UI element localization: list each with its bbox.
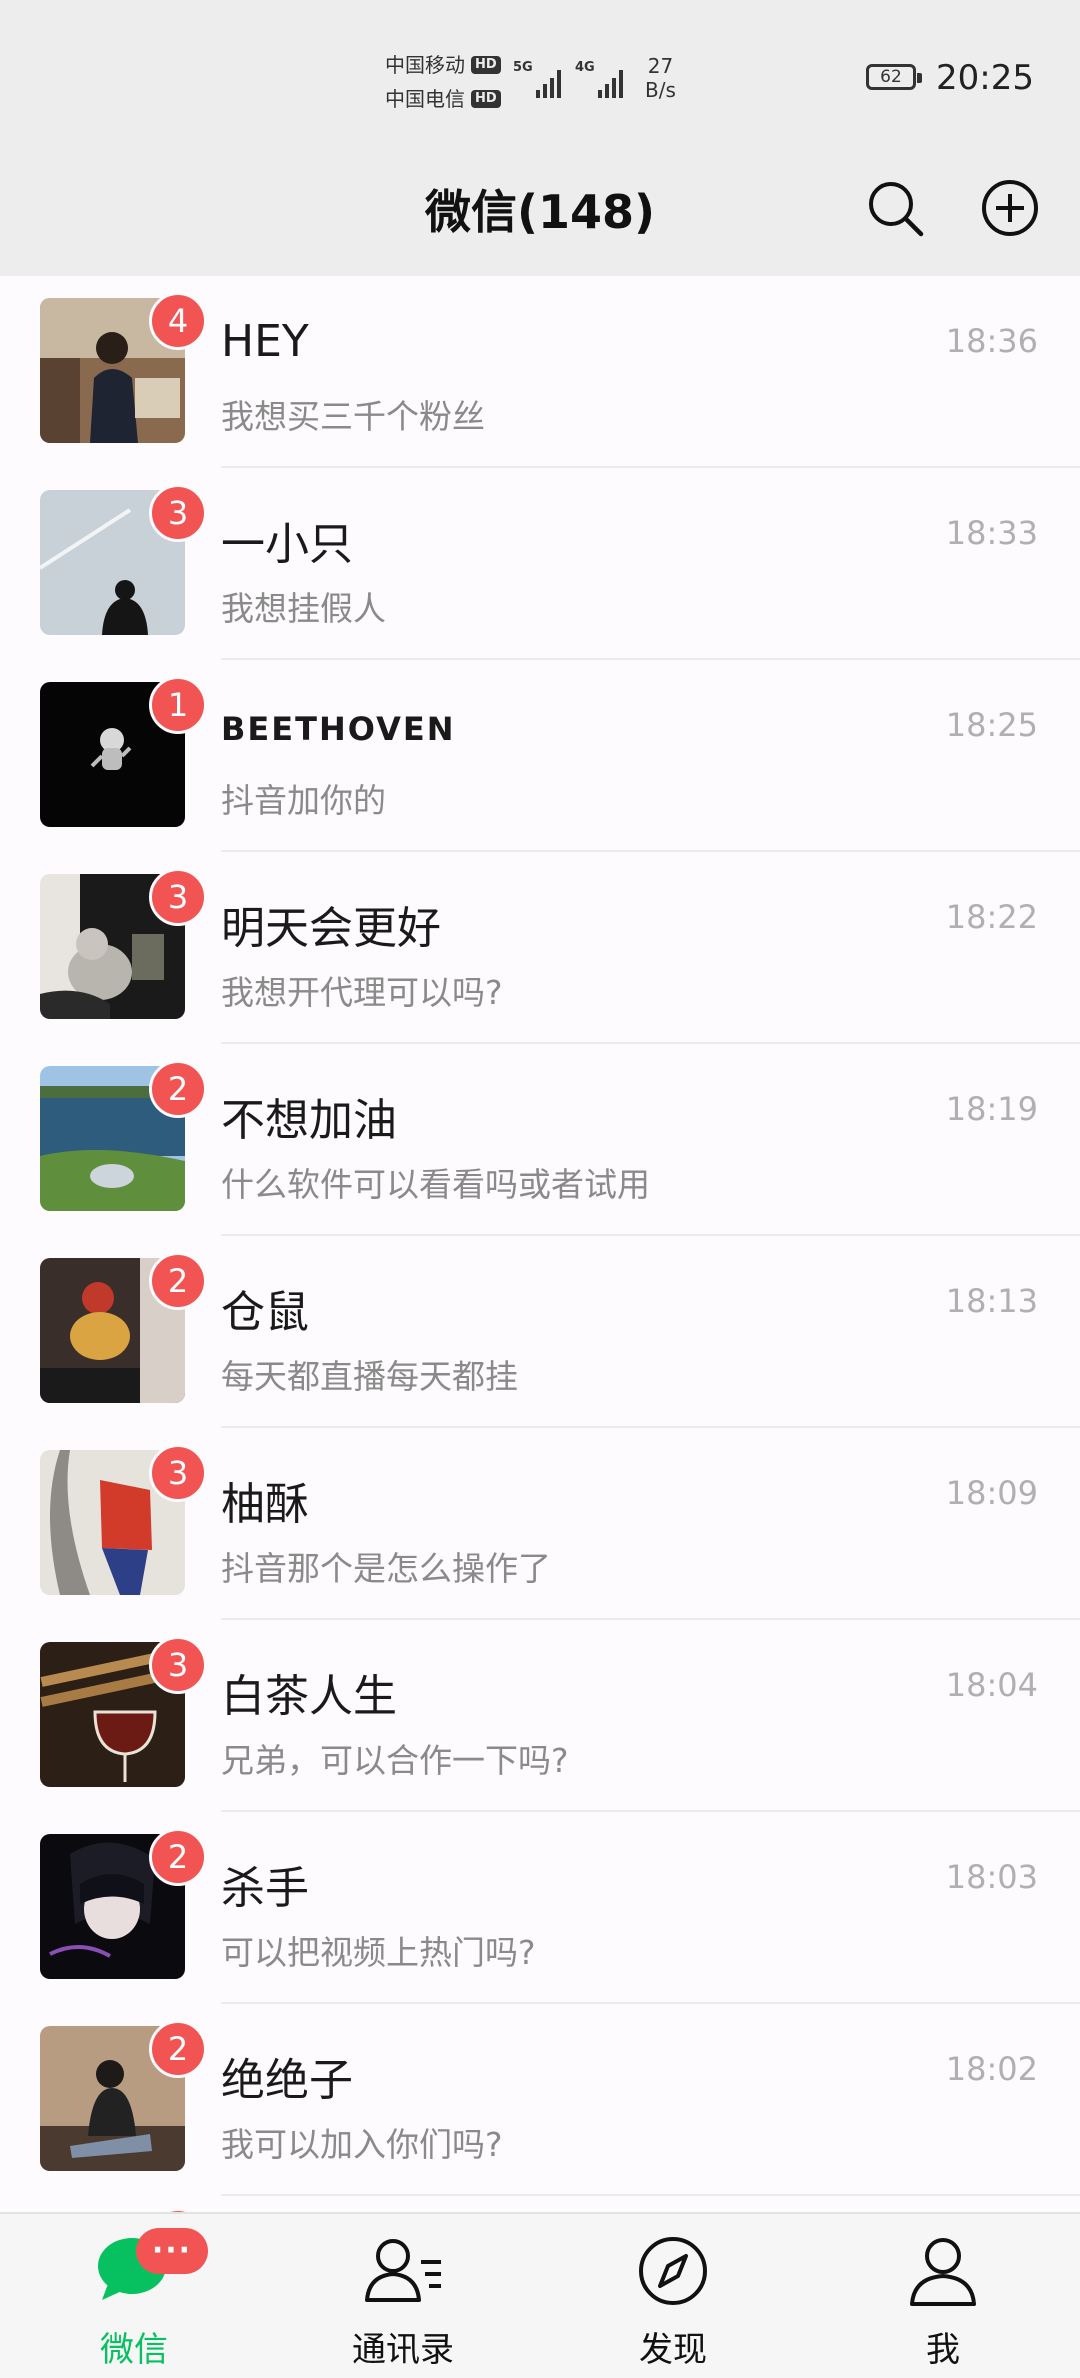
tab-discover[interactable]: 发现 xyxy=(573,2214,773,2378)
chat-preview: 我想买三千个粉丝 xyxy=(221,397,485,436)
chat-name: 柚酥 xyxy=(221,1479,309,1530)
tab-me[interactable]: 我 xyxy=(843,2214,1043,2378)
unread-badge: 2 xyxy=(149,1252,207,1310)
chat-time: 18:19 xyxy=(945,1090,1038,1128)
carrier-info: 中国移动 HD 中国电信 HD xyxy=(385,48,501,116)
unread-badge: 2 xyxy=(149,1060,207,1118)
signal-icons: 5G 4G xyxy=(513,58,625,98)
chat-row[interactable]: 4 HEY 我想买三千个粉丝 18:36 xyxy=(0,276,1080,468)
chat-time: 18:03 xyxy=(945,1858,1038,1896)
hd-badge: HD xyxy=(471,90,501,108)
chat-row[interactable]: 3 白茶人生 兄弟，可以合作一下吗? 18:04 xyxy=(0,1620,1080,1812)
net-type-2: 4G xyxy=(575,60,595,75)
chat-time: 18:09 xyxy=(945,1474,1038,1512)
chat-preview: 我想开代理可以吗? xyxy=(221,973,503,1012)
battery-level: 62 xyxy=(880,67,902,87)
contacts-icon xyxy=(361,2234,445,2310)
tab-contacts[interactable]: 通讯录 xyxy=(303,2214,503,2378)
unread-badge: 2 xyxy=(149,2020,207,2078)
chat-preview: 兄弟，可以合作一下吗? xyxy=(221,1741,569,1780)
chat-preview: 抖音加你的 xyxy=(221,781,386,820)
chat-time: 18:33 xyxy=(945,514,1038,552)
chat-time: 18:02 xyxy=(945,2050,1038,2088)
chat-time: 18:25 xyxy=(945,706,1038,744)
tab-label: 微信 xyxy=(100,2330,168,2370)
chat-time: 18:04 xyxy=(945,1666,1038,1704)
chat-time: 18:22 xyxy=(945,898,1038,936)
chat-row[interactable]: 2 不想加油 什么软件可以看看吗或者试用 18:19 xyxy=(0,1044,1080,1236)
speed-unit: B/s xyxy=(645,78,676,102)
chat-preview: 我想挂假人 xyxy=(221,589,386,628)
chat-name: 绝绝子 xyxy=(221,2055,353,2106)
chat-row[interactable]: 2 杀手 可以把视频上热门吗? 18:03 xyxy=(0,1812,1080,2004)
chat-row[interactable]: 2 绝绝子 我可以加入你们吗? 18:02 xyxy=(0,2004,1080,2196)
signal-4g-icon: 4G xyxy=(575,58,625,98)
more-dots-badge: ··· xyxy=(136,2228,208,2274)
chat-row[interactable]: 2 仓鼠 每天都直播每天都挂 18:13 xyxy=(0,1236,1080,1428)
person-icon xyxy=(906,2234,980,2312)
signal-5g-icon: 5G xyxy=(513,58,563,98)
chat-name: HEY xyxy=(221,316,309,367)
chat-preview: 什么软件可以看看吗或者试用 xyxy=(221,1165,650,1204)
tab-chats[interactable]: ··· 微信 xyxy=(34,2214,234,2378)
tab-label: 发现 xyxy=(639,2330,707,2370)
network-speed: 27 B/s xyxy=(645,54,676,102)
unread-badge: 4 xyxy=(149,292,207,350)
unread-badge: 3 xyxy=(149,1444,207,1502)
chat-name: 杀手 xyxy=(221,1863,309,1914)
unread-badge: 2 xyxy=(149,1828,207,1886)
unread-badge: 1 xyxy=(149,676,207,734)
chat-row[interactable]: 3 明天会更好 我想开代理可以吗? 18:22 xyxy=(0,852,1080,1044)
chat-preview: 每天都直播每天都挂 xyxy=(221,1357,518,1396)
chat-preview: 抖音那个是怎么操作了 xyxy=(221,1549,551,1588)
search-icon[interactable] xyxy=(855,168,935,248)
net-type-1: 5G xyxy=(513,60,533,75)
chat-name: 仓鼠 xyxy=(221,1287,309,1338)
plus-circle-icon[interactable] xyxy=(970,168,1050,248)
chat-time: 18:13 xyxy=(945,1282,1038,1320)
battery-icon: 62 xyxy=(866,64,922,90)
chat-row[interactable]: 3 一小只 我想挂假人 18:33 xyxy=(0,468,1080,660)
chat-name: 一小只 xyxy=(221,519,353,570)
unread-badge: 3 xyxy=(149,868,207,926)
chat-name: 不想加油 xyxy=(221,1095,397,1146)
chat-name: BEETHOVEN xyxy=(221,710,456,748)
chat-row[interactable]: 3 柚酥 抖音那个是怎么操作了 18:09 xyxy=(0,1428,1080,1620)
status-bar: 中国移动 HD 中国电信 HD 5G 4G 27 B/s 62 20:25 xyxy=(0,0,1080,140)
clock: 20:25 xyxy=(936,58,1034,98)
compass-icon xyxy=(636,2234,710,2312)
hd-badge: HD xyxy=(471,56,501,74)
chat-preview: 可以把视频上热门吗? xyxy=(221,1933,536,1972)
unread-badge: 3 xyxy=(149,484,207,542)
app-header: 微信(148) xyxy=(0,140,1080,276)
chat-preview: 我可以加入你们吗? xyxy=(221,2125,503,2164)
tab-label: 我 xyxy=(926,2330,960,2370)
chat-list: 4 HEY 我想买三千个粉丝 18:36 3 一小只 我想挂假人 18:33 1… xyxy=(0,276,1080,2316)
chat-time: 18:36 xyxy=(945,322,1038,360)
speed-value: 27 xyxy=(647,54,674,78)
tab-label: 通讯录 xyxy=(352,2330,454,2370)
chat-row[interactable]: 1 BEETHOVEN 抖音加你的 18:25 xyxy=(0,660,1080,852)
unread-badge: 3 xyxy=(149,1636,207,1694)
chat-name: 白茶人生 xyxy=(221,1671,397,1722)
carrier-2: 中国电信 xyxy=(385,87,465,111)
carrier-1: 中国移动 xyxy=(385,53,465,77)
tab-bar: ··· 微信 通讯录 发现 我 xyxy=(0,2212,1080,2378)
chat-name: 明天会更好 xyxy=(221,903,441,954)
